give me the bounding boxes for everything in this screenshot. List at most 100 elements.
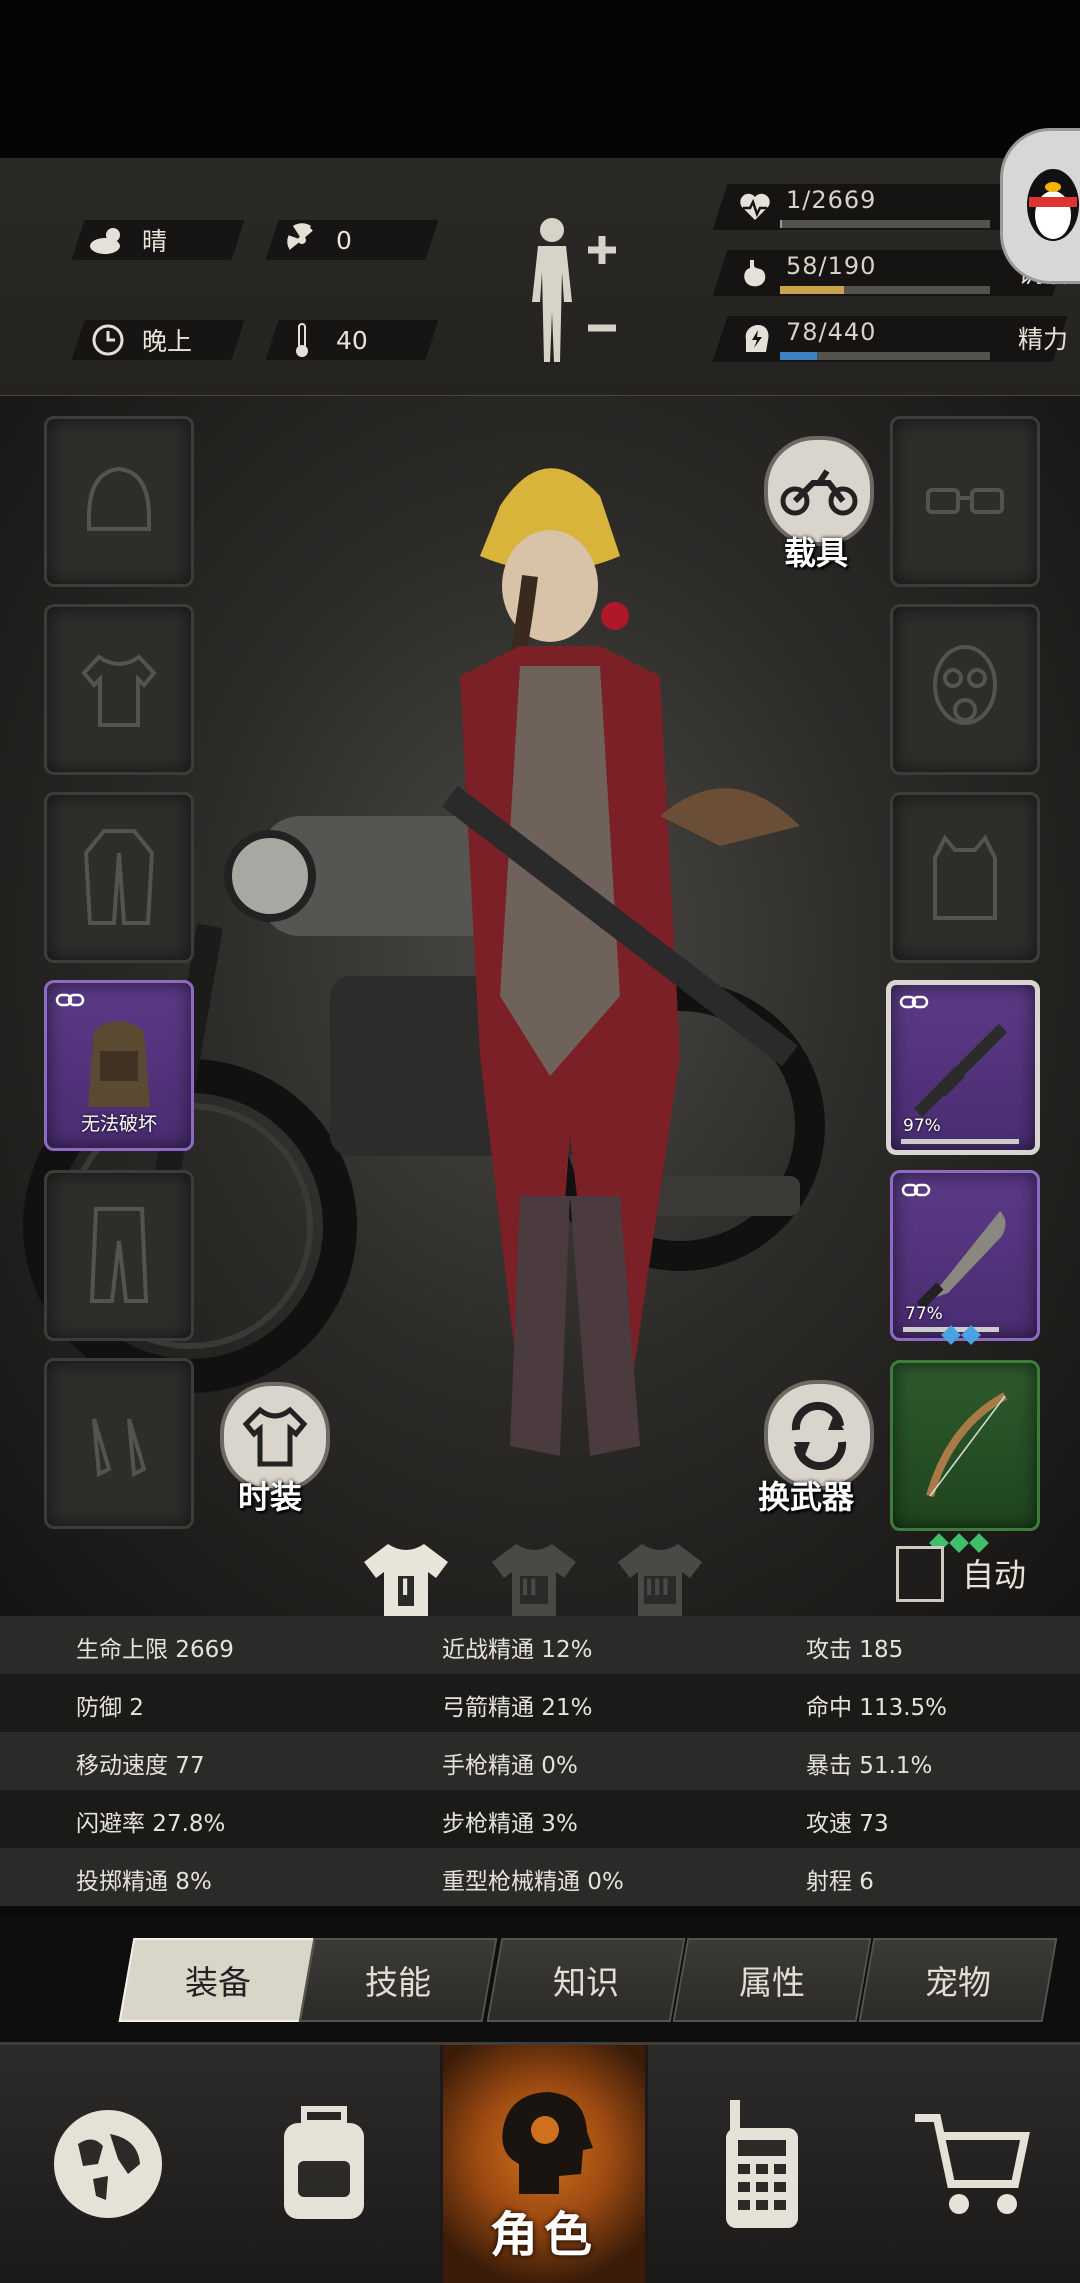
pants-slot[interactable] — [44, 1170, 194, 1341]
rifle-slot[interactable]: 97% — [886, 980, 1040, 1155]
character-figure — [442, 468, 800, 1456]
section-tabs: 装备 技能 知识 属性 宠物 — [0, 1916, 1080, 2042]
time-text: 晚上 — [142, 327, 193, 356]
bottom-nav: 角色 — [0, 2042, 1080, 2283]
shirt-slot[interactable] — [44, 604, 194, 775]
tab-attributes[interactable]: 属性 — [672, 1938, 872, 2022]
globe-icon — [54, 2110, 162, 2218]
life-value: 1/2669 — [786, 186, 877, 214]
cart-icon — [915, 2114, 1030, 2214]
glasses-slot[interactable] — [890, 416, 1040, 587]
weather-chip: 晴 — [71, 220, 245, 260]
stat-range: 射程 6 — [806, 1869, 874, 1895]
gem-blue-icon — [941, 1325, 961, 1345]
stats-table: 生命上限 2669 近战精通 12% 攻击 185 防御 2 弓箭精通 21% … — [0, 1616, 1080, 1916]
link-icon — [899, 995, 929, 1009]
hunger-fill — [780, 286, 845, 294]
stat-heavy-gun-mastery: 重型枪械精通 0% — [442, 1869, 624, 1895]
shirt-icon — [81, 653, 157, 727]
floating-assistant-button[interactable] — [1000, 128, 1080, 284]
shoes-icon — [92, 1417, 147, 1477]
outfit-tab-1-label: I — [401, 1576, 410, 1601]
vest-slot[interactable] — [890, 792, 1040, 963]
nav-world-map[interactable] — [0, 2045, 216, 2283]
radiation-icon — [282, 220, 322, 260]
stats-row: 投掷精通 8% 重型枪械精通 0% 射程 6 — [0, 1848, 1080, 1906]
nav-character-label: 角色 — [489, 2207, 598, 2263]
gas-mask-icon — [933, 644, 997, 725]
stat-max-life: 生命上限 2669 — [76, 1637, 234, 1663]
shoes-slot[interactable] — [44, 1358, 194, 1529]
outfit-tab-2-label: II — [521, 1576, 538, 1601]
gem-blue-icon — [961, 1325, 981, 1345]
swap-arrows-icon — [791, 1401, 847, 1470]
status-panel: 晴 0 晚上 40 1/2669 58/190 78/440 精力 — [0, 158, 1080, 397]
outfit-tab-3-label: III — [645, 1576, 670, 1601]
vest-icon — [933, 833, 997, 920]
clock-icon — [88, 320, 128, 360]
energy-bar: 78/440 精力 — [712, 316, 1068, 362]
stat-melee-mastery: 近战精通 12% — [442, 1637, 593, 1663]
backpack-icon — [284, 2106, 364, 2219]
bow-icon — [926, 1391, 1007, 1497]
backpack-slot[interactable]: 无法破坏 — [44, 980, 194, 1151]
outfit-tab-3[interactable]: III — [614, 1540, 706, 1622]
body-status-button[interactable] — [520, 212, 630, 372]
stat-accuracy: 命中 113.5% — [806, 1695, 948, 1721]
link-icon — [55, 993, 85, 1007]
energy-value: 78/440 — [786, 318, 877, 346]
pants-icon — [89, 1206, 149, 1303]
swap-weapon-label: 换武器 — [758, 1478, 855, 1516]
stat-throw-mastery: 投掷精通 8% — [76, 1869, 212, 1895]
bow-slot[interactable] — [890, 1360, 1040, 1531]
machete-slot[interactable]: 77% — [890, 1170, 1040, 1341]
stat-rifle-mastery: 步枪精通 3% — [442, 1811, 578, 1837]
stat-pistol-mastery: 手枪精通 0% — [442, 1753, 578, 1779]
tab-pets[interactable]: 宠物 — [858, 1938, 1058, 2022]
radiation-value: 0 — [336, 225, 352, 255]
outfit-tab-1[interactable]: I — [360, 1540, 452, 1622]
tab-skills[interactable]: 技能 — [298, 1938, 498, 2022]
character-equipment-area: 无法破坏 97% 77% 载具 时装 换武器 — [0, 396, 1080, 1616]
stat-bow-mastery: 弓箭精通 21% — [442, 1695, 593, 1721]
life-fill — [780, 220, 782, 228]
tab-pets-label: 宠物 — [925, 1963, 991, 2002]
stats-row: 防御 2 弓箭精通 21% 命中 113.5% — [0, 1674, 1080, 1732]
assault-rifle-icon — [913, 1023, 1008, 1117]
link-icon — [901, 1183, 931, 1197]
auto-checkbox[interactable] — [896, 1546, 944, 1602]
stats-row: 移动速度 77 手枪精通 0% 暴击 51.1% — [0, 1732, 1080, 1790]
stats-row: 闪避率 27.8% 步枪精通 3% 攻速 73 — [0, 1790, 1080, 1848]
top-black-bar — [0, 0, 1080, 158]
helmet-icon — [87, 466, 151, 531]
coat-slot[interactable] — [44, 792, 194, 963]
mask-slot[interactable] — [890, 604, 1040, 775]
weather-text: 晴 — [142, 227, 168, 256]
backpack-status: 无法破坏 — [80, 1113, 157, 1135]
stats-row: 生命上限 2669 近战精通 12% 攻击 185 — [0, 1616, 1080, 1674]
nav-backpack[interactable] — [216, 2045, 432, 2283]
radio-icon — [726, 2100, 798, 2228]
rifle-durability: 97% — [903, 1116, 941, 1136]
nav-character[interactable]: 角色 — [440, 2045, 648, 2283]
helmet-slot[interactable] — [44, 416, 194, 587]
stat-attack: 攻击 185 — [806, 1637, 904, 1663]
hunger-value: 58/190 — [786, 252, 877, 280]
tshirt-icon — [242, 1406, 308, 1467]
tab-equipment[interactable]: 装备 — [118, 1938, 318, 2022]
stat-dodge: 闪避率 27.8% — [76, 1811, 226, 1837]
temperature-chip: 40 — [265, 320, 439, 360]
machete-gems — [941, 1325, 981, 1345]
energy-label: 精力 — [1017, 325, 1068, 354]
tab-skills-label: 技能 — [365, 1963, 431, 2002]
coat-icon — [83, 828, 155, 925]
nav-shop[interactable] — [864, 2045, 1080, 2283]
penguin-icon — [1027, 169, 1079, 241]
vehicle-label: 载具 — [784, 534, 849, 572]
outfit-tab-2[interactable]: II — [488, 1540, 580, 1622]
tab-knowledge[interactable]: 知识 — [486, 1938, 686, 2022]
tab-equipment-label: 装备 — [185, 1963, 251, 2002]
character-head-icon — [502, 2092, 593, 2194]
stat-crit: 暴击 51.1% — [806, 1753, 933, 1779]
nav-radio[interactable] — [654, 2045, 870, 2283]
